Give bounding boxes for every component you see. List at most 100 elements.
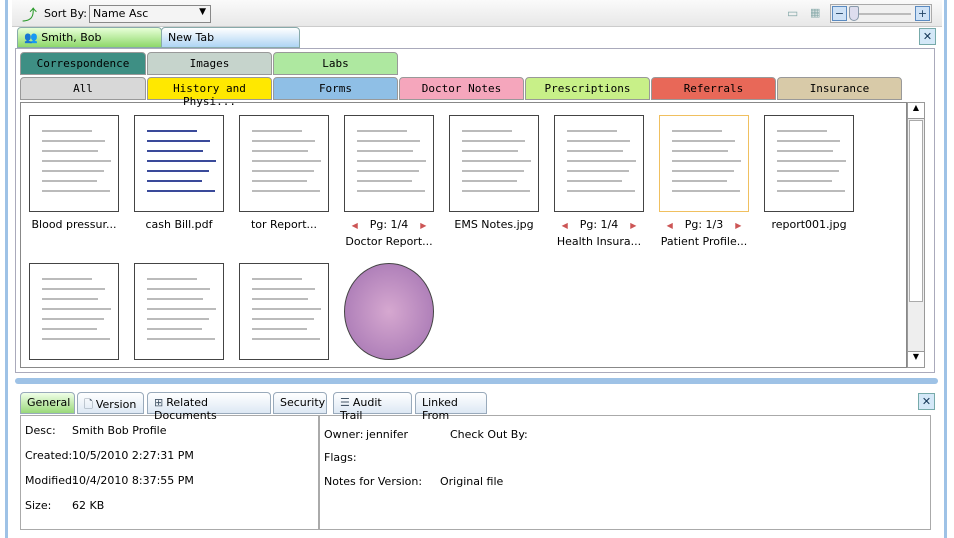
category-tab-correspondence[interactable]: Correspondence: [20, 52, 146, 75]
document-preview[interactable]: [554, 115, 644, 212]
category-tab-all[interactable]: All: [20, 77, 146, 100]
preview-line: [567, 140, 630, 142]
preview-line: [567, 180, 622, 182]
detail-tab-version[interactable]: 🗋 Version: [77, 392, 144, 414]
patient-tab-smith-bob[interactable]: 👥 Smith, Bob: [17, 27, 162, 48]
preview-line: [672, 150, 728, 152]
detail-tab-label: Security: [280, 396, 326, 409]
document-preview[interactable]: [449, 115, 539, 212]
document-thumbnail[interactable]: tor Report...: [229, 115, 339, 255]
document-preview[interactable]: [134, 115, 224, 212]
preview-line: [672, 160, 741, 162]
document-thumbnail[interactable]: report005.jpg: [124, 263, 234, 367]
document-thumbnail[interactable]: EMS Notes.jpg: [439, 115, 549, 255]
document-preview[interactable]: [239, 115, 329, 212]
preview-line: [252, 328, 307, 330]
document-preview[interactable]: [29, 115, 119, 212]
document-name[interactable]: tor Report...: [229, 218, 339, 231]
sort-label: Sort By:: [44, 7, 88, 20]
detail-tab-related-documents[interactable]: ⊞ Related Documents: [147, 392, 271, 422]
detail-tab-general[interactable]: General: [20, 392, 75, 414]
detail-tab-linked-from[interactable]: Linked From: [415, 392, 487, 422]
zoom-slider[interactable]: − +: [830, 4, 932, 23]
category-tab-referrals[interactable]: Referrals: [651, 77, 776, 100]
document-preview[interactable]: [659, 115, 749, 212]
document-preview[interactable]: [344, 263, 434, 360]
detail-tab-security[interactable]: Security: [273, 392, 327, 414]
next-page-icon[interactable]: ▶: [420, 221, 426, 230]
preview-line: [252, 130, 302, 132]
document-thumbnail[interactable]: ◀ Pg: 1/4 ▶ Doctor Report...: [334, 115, 444, 255]
preview-line: [252, 180, 307, 182]
category-tab-history-and-physi-[interactable]: History and Physi...: [147, 77, 272, 108]
category-tab-prescriptions[interactable]: Prescriptions: [525, 77, 650, 100]
document-name[interactable]: EMS Notes.jpg: [439, 218, 549, 231]
document-thumbnail[interactable]: report002.jpg: [21, 263, 129, 367]
patient-tab-new[interactable]: New Tab: [161, 27, 300, 48]
preview-line: [567, 190, 635, 192]
vertical-scrollbar[interactable]: ▲ ▼: [907, 102, 925, 368]
prev-page-icon[interactable]: ◀: [562, 221, 568, 230]
grid-view-icon[interactable]: ▦: [810, 6, 820, 19]
document-thumbnail[interactable]: Blood pressur...: [21, 115, 129, 255]
document-thumbnail[interactable]: report001.jpg: [754, 115, 864, 255]
document-name[interactable]: report001.jpg: [754, 218, 864, 231]
panel-splitter[interactable]: [15, 378, 938, 384]
preview-line: [147, 160, 216, 162]
document-preview[interactable]: [29, 263, 119, 360]
preview-line: [147, 140, 210, 142]
preview-line: [252, 190, 320, 192]
scroll-thumb[interactable]: [909, 120, 923, 302]
modified-value: 10/4/2010 8:37:55 PM: [72, 474, 194, 487]
document-name[interactable]: report005.jpg: [124, 366, 234, 367]
category-tab-forms[interactable]: Forms: [273, 77, 398, 100]
category-tab-doctor-notes[interactable]: Doctor Notes: [399, 77, 524, 100]
general-right-panel: Owner: jennifer Check Out By: Flags: Not…: [319, 415, 931, 530]
document-name[interactable]: Blood pressur...: [21, 218, 129, 231]
page-pager: ◀ Pg: 1/3 ▶: [649, 218, 759, 231]
document-name[interactable]: breastca.jpg: [334, 366, 444, 367]
scroll-up-button[interactable]: ▲: [908, 103, 924, 119]
document-preview[interactable]: [344, 115, 434, 212]
category-tab-insurance[interactable]: Insurance: [777, 77, 902, 100]
document-preview[interactable]: [239, 263, 329, 360]
up-folder-icon[interactable]: ⤴: [22, 4, 37, 25]
slider-thumb[interactable]: [849, 6, 859, 21]
preview-line: [252, 298, 308, 300]
document-name[interactable]: Doctor Report...: [334, 235, 444, 248]
preview-line: [147, 150, 203, 152]
scroll-down-button[interactable]: ▼: [908, 351, 924, 367]
preview-line: [252, 140, 315, 142]
prev-page-icon[interactable]: ◀: [352, 221, 358, 230]
document-preview[interactable]: [134, 263, 224, 360]
preview-line: [462, 170, 524, 172]
document-name[interactable]: Patient Profile...: [649, 235, 759, 248]
category-tab-images[interactable]: Images: [147, 52, 272, 75]
detail-tab-audit-trail[interactable]: ☰ Audit Trail: [333, 392, 412, 422]
document-thumbnail[interactable]: cash Bill.pdf: [124, 115, 234, 255]
document-thumbnail[interactable]: breastca.jpg: [334, 263, 444, 367]
document-thumbnail[interactable]: ◀ Pg: 1/4 ▶ Health Insura...: [544, 115, 654, 255]
close-patient-tab-button[interactable]: ✕: [919, 28, 936, 45]
prev-page-icon[interactable]: ◀: [667, 221, 673, 230]
zoom-out-button[interactable]: −: [832, 6, 847, 21]
document-thumbnail[interactable]: report006.jpg: [229, 263, 339, 367]
document-name[interactable]: cash Bill.pdf: [124, 218, 234, 231]
preview-line: [462, 140, 525, 142]
preview-line: [252, 150, 308, 152]
document-preview[interactable]: [764, 115, 854, 212]
sort-select[interactable]: Name Asc ▼: [89, 5, 211, 23]
monitor-icon[interactable]: ▭: [787, 6, 798, 20]
preview-line: [147, 288, 210, 290]
next-page-icon[interactable]: ▶: [630, 221, 636, 230]
document-thumbnail[interactable]: ◀ Pg: 1/3 ▶ Patient Profile...: [649, 115, 759, 255]
document-name[interactable]: Health Insura...: [544, 235, 654, 248]
document-name[interactable]: report002.jpg: [21, 366, 129, 367]
detail-tab-version-icon: 🗋: [84, 398, 93, 411]
next-page-icon[interactable]: ▶: [735, 221, 741, 230]
document-name[interactable]: report006.jpg: [229, 366, 339, 367]
category-tab-labs[interactable]: Labs: [273, 52, 398, 75]
zoom-in-button[interactable]: +: [915, 6, 930, 21]
preview-line: [672, 190, 740, 192]
close-details-button[interactable]: ✕: [918, 393, 935, 410]
